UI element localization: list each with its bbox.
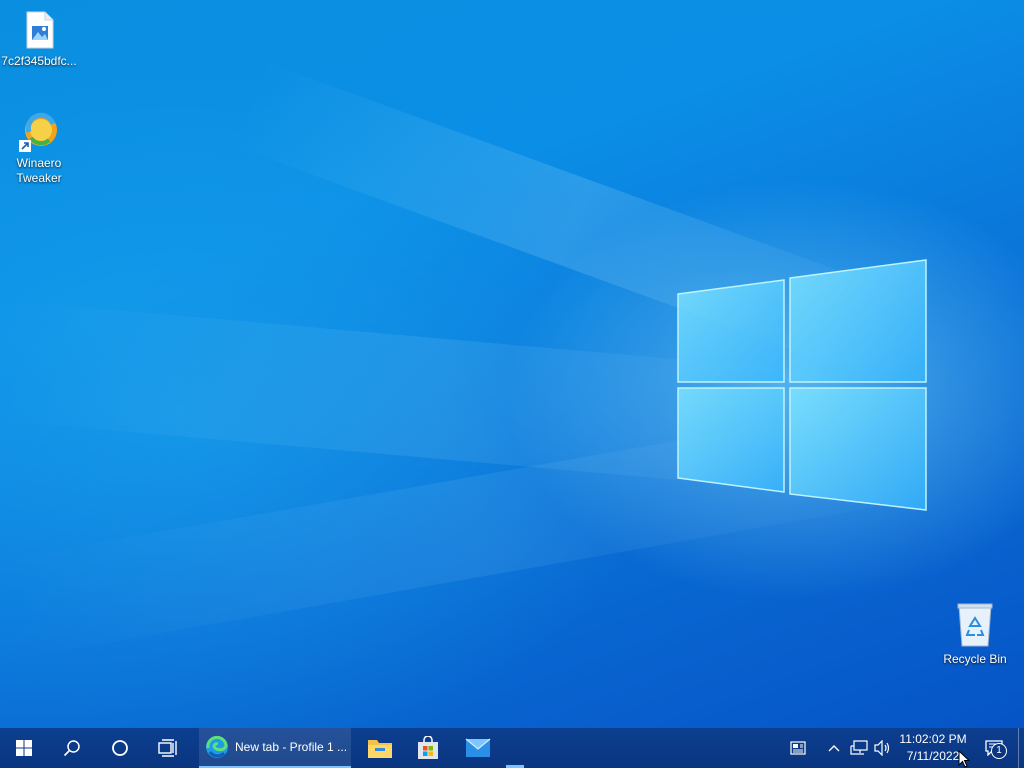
desktop-icon-label: 7c2f345bdfc...	[1, 54, 77, 68]
desktop-icon-recycle-bin[interactable]: Recycle Bin	[936, 602, 1014, 667]
network-icon	[850, 740, 868, 755]
mouse-cursor-icon	[958, 750, 970, 768]
network-button[interactable]	[848, 728, 870, 768]
desktop-icon-winaero-tweaker[interactable]: Winaero Tweaker	[0, 112, 78, 186]
file-explorer-button[interactable]	[356, 728, 404, 768]
chevron-up-icon	[828, 745, 840, 752]
cortana-button[interactable]	[96, 728, 144, 768]
edge-window-title: New tab - Profile 1 ...	[235, 740, 348, 754]
desktop-icon-label: Winaero	[16, 156, 62, 170]
edge-icon	[206, 735, 228, 758]
windows-start-icon	[16, 740, 32, 756]
image-file-icon	[19, 10, 59, 50]
cortana-icon	[112, 740, 128, 756]
volume-icon	[874, 740, 890, 756]
desktop-icon-label: Recycle Bin	[943, 652, 1007, 666]
task-view-icon	[158, 739, 177, 757]
clock-time: 11:02:02 PM	[899, 732, 967, 746]
desktop-icon-label: Tweaker	[16, 171, 62, 185]
news-icon	[790, 741, 806, 755]
recycle-bin-icon	[955, 602, 995, 648]
task-view-button[interactable]	[144, 728, 192, 768]
microsoft-store-button[interactable]	[404, 728, 452, 768]
taskbar-edge-window[interactable]: New tab - Profile 1 ...	[199, 728, 351, 768]
folder-icon	[368, 740, 392, 758]
search-button[interactable]	[48, 728, 96, 768]
show-hidden-icons-button[interactable]	[824, 728, 844, 768]
mail-button[interactable]	[454, 728, 502, 768]
windows-logo-wallpaper	[677, 259, 927, 511]
show-desktop-button[interactable]	[1018, 728, 1024, 768]
desktop-wallpaper[interactable]: 7c2f345bdfc... Winaero Tweaker Recycle B…	[0, 0, 1024, 728]
winaero-tweaker-icon	[19, 112, 59, 152]
volume-button[interactable]	[872, 728, 894, 768]
desktop-icon-image-file[interactable]: 7c2f345bdfc...	[0, 10, 78, 69]
notification-count-badge: 1	[991, 743, 1007, 759]
search-icon	[63, 740, 80, 757]
store-icon	[418, 736, 438, 759]
taskbar: New tab - Profile 1 ... 11:02:02 PM 7/11…	[0, 728, 1024, 768]
mail-icon	[465, 738, 491, 757]
start-button[interactable]	[0, 728, 48, 768]
action-center-button[interactable]: 1	[976, 728, 1012, 768]
news-widget-button[interactable]	[784, 728, 812, 768]
